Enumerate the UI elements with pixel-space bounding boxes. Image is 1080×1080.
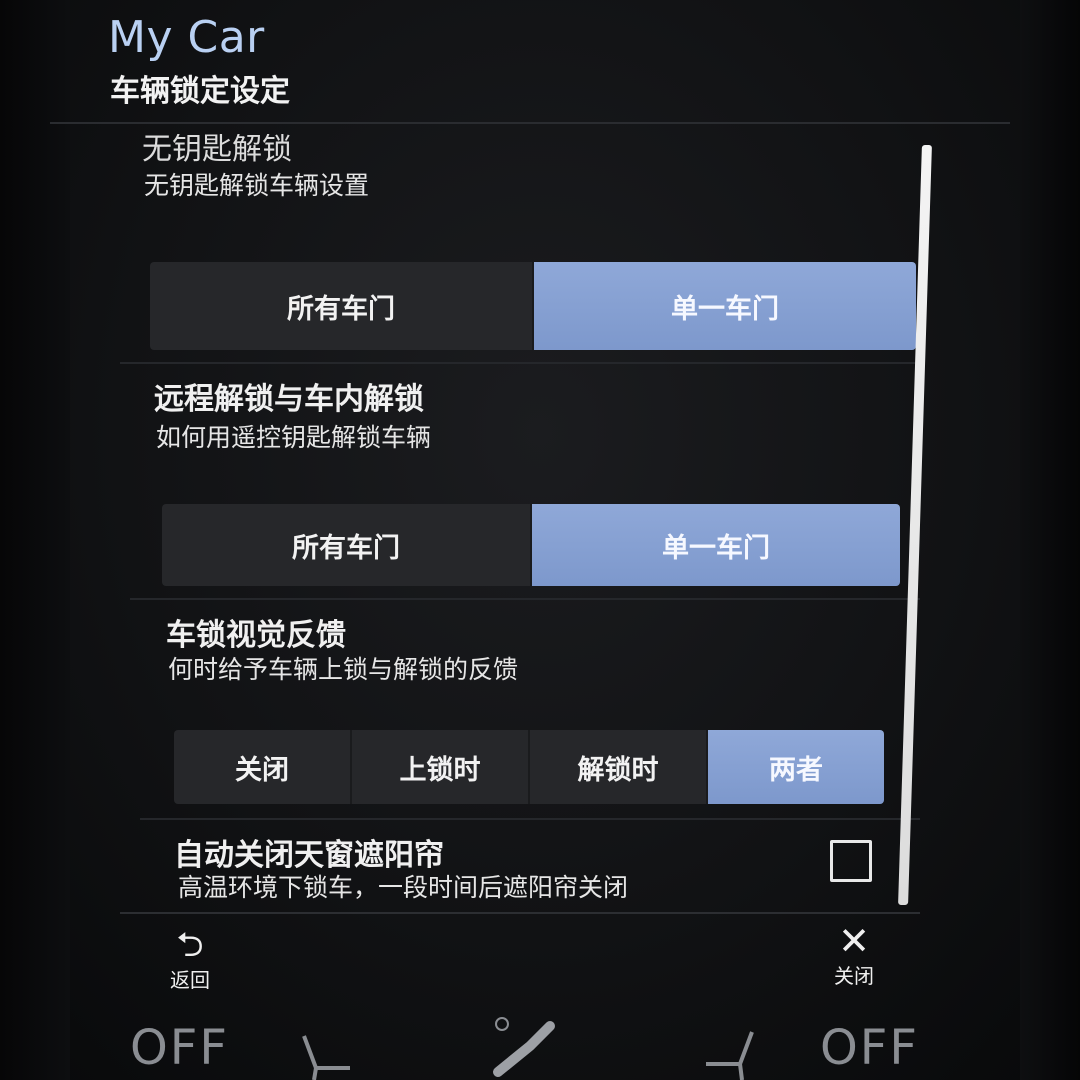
- sunshade-checkbox[interactable]: [830, 840, 872, 882]
- keyless-desc: 无钥匙解锁车辆设置: [144, 171, 370, 200]
- back-arrow-icon: ⮌: [176, 925, 204, 965]
- keyless-option-all-doors[interactable]: 所有车门: [150, 262, 534, 350]
- keyless-option-single-door[interactable]: 单一车门: [534, 262, 916, 350]
- feedback-option-both[interactable]: 两者: [708, 730, 884, 804]
- divider: [130, 598, 920, 600]
- keyless-title: 无钥匙解锁: [142, 132, 292, 167]
- remote-option-single-door[interactable]: 单一车门: [532, 504, 900, 586]
- feedback-selector[interactable]: 关闭 上锁时 解锁时 两者: [174, 730, 884, 804]
- seat-heat-left-icon[interactable]: [298, 1030, 358, 1080]
- feedback-option-on-unlock[interactable]: 解锁时: [530, 730, 708, 804]
- feedback-title: 车锁视觉反馈: [166, 618, 346, 653]
- keyless-selector[interactable]: 所有车门 单一车门: [150, 262, 916, 350]
- remote-option-all-doors[interactable]: 所有车门: [162, 504, 532, 586]
- fan-airflow-icon[interactable]: [490, 1012, 560, 1080]
- close-label: 关闭: [834, 964, 874, 988]
- divider: [120, 362, 920, 364]
- remote-selector[interactable]: 所有车门 单一车门: [162, 504, 900, 586]
- bezel-left: [0, 0, 70, 1080]
- bezel-right: [1020, 0, 1080, 1080]
- sunshade-desc: 高温环境下锁车，一段时间后遮阳帘关闭: [178, 873, 629, 902]
- back-button[interactable]: ⮌ 返回: [170, 928, 210, 993]
- settings-list[interactable]: 无钥匙解锁 无钥匙解锁车辆设置 所有车门 单一车门 远程解锁与车内解锁 如何用遥…: [120, 124, 920, 914]
- close-button[interactable]: ✕ 关闭: [834, 919, 874, 989]
- bottom-divider: [120, 912, 920, 914]
- feedback-option-on-lock[interactable]: 上锁时: [352, 730, 530, 804]
- divider: [140, 818, 920, 820]
- page-title: 车辆锁定设定: [110, 74, 290, 109]
- remote-desc: 如何用遥控钥匙解锁车辆: [156, 423, 432, 452]
- seat-heat-right-icon[interactable]: [700, 1026, 760, 1080]
- feedback-desc: 何时给予车辆上锁与解锁的反馈: [168, 655, 519, 684]
- back-label: 返回: [170, 968, 210, 992]
- climate-left-off[interactable]: OFF: [130, 1020, 229, 1076]
- app-title: My Car: [108, 12, 265, 63]
- infotainment-screen: My Car 车辆锁定设定 无钥匙解锁 无钥匙解锁车辆设置 所有车门 单一车门 …: [0, 0, 1080, 1080]
- remote-title: 远程解锁与车内解锁: [154, 382, 424, 417]
- climate-right-off[interactable]: OFF: [820, 1020, 919, 1076]
- close-icon: ✕: [838, 919, 870, 963]
- feedback-option-off[interactable]: 关闭: [174, 730, 352, 804]
